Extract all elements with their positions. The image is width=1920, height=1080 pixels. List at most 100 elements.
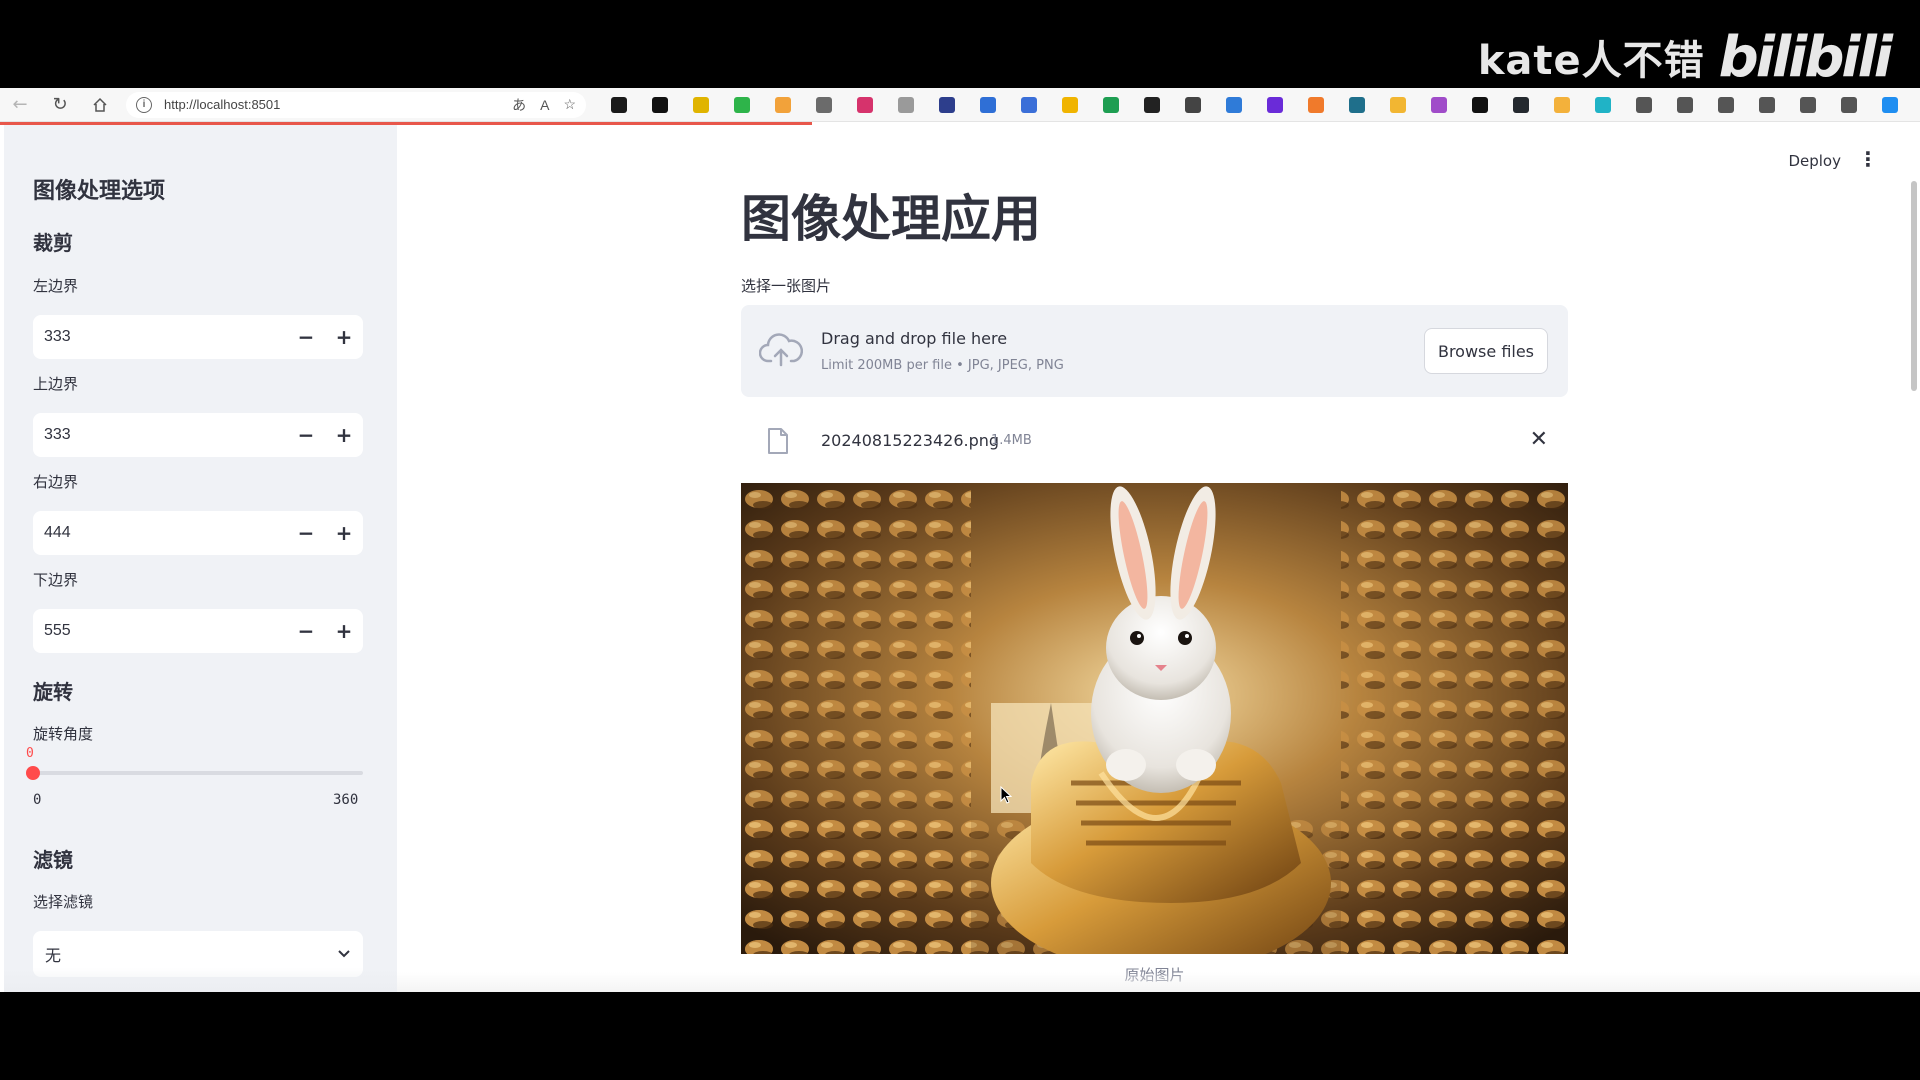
more-icon-glyph [1840,96,1857,113]
shield-ext-icon[interactable] [885,88,926,122]
keyboard-ext-icon-glyph [1184,96,1201,113]
notion-icon[interactable] [639,88,680,122]
right-bound-value[interactable]: 444 [33,524,287,542]
rotate-heading: 旋转 [33,680,73,704]
copilot-icon[interactable] [1869,88,1910,122]
r-ext-icon-glyph [692,96,709,113]
url-text: http://localhost:8501 [164,97,281,112]
left-bound-decrement-button[interactable]: − [287,315,325,359]
pen-ext-icon-glyph [733,96,750,113]
collections-icon[interactable] [1746,88,1787,122]
github-icon[interactable] [1500,88,1541,122]
rotate-slider-track[interactable] [33,771,363,775]
chatgpt-icon[interactable] [1131,88,1172,122]
file-dropzone[interactable]: Drag and drop file here Limit 200MB per … [741,305,1568,397]
more-icon[interactable] [1828,88,1869,122]
scrollbar[interactable] [1911,181,1917,391]
rotate-slider-thumb[interactable] [26,766,40,780]
left-bound-value[interactable]: 333 [33,328,287,346]
doc-ext-icon[interactable] [1090,88,1131,122]
download-icon[interactable] [1787,88,1828,122]
copy-ext-icon[interactable] [803,88,844,122]
bookmark-ext-icon[interactable] [1213,88,1254,122]
browser-window: ← ↻ i http://localhost:8501 あ A ☆ 图像处理选项… [0,88,1920,992]
reload-icon[interactable]: ↻ [40,88,80,122]
favorites-icon[interactable] [1705,88,1746,122]
right-bound-input[interactable]: 444 − + [33,511,363,555]
top-bound-value[interactable]: 333 [33,426,287,444]
favorites-icon-glyph [1717,96,1734,113]
x-icon[interactable] [1459,88,1500,122]
copilot-ext-icon-glyph [610,96,627,113]
split-screen-icon[interactable] [1664,88,1705,122]
uploaded-file-name: 20240815223426.png [821,431,1000,450]
folder-ext-icon[interactable] [1541,88,1582,122]
translate-icon[interactable]: あ [512,95,526,115]
mouse-cursor-icon [1000,786,1012,804]
main-fade [397,972,1920,992]
bottom-bound-input[interactable]: 555 − + [33,609,363,653]
right-bound-increment-button[interactable]: + [325,511,363,555]
uploaded-file-size: 1.4MB [991,433,1032,448]
globe-ext-icon[interactable] [967,88,1008,122]
original-image [741,483,1568,954]
top-bound-decrement-button[interactable]: − [287,413,325,457]
doc-ext-icon-glyph [1102,96,1119,113]
top-bound-increment-button[interactable]: + [325,413,363,457]
bolt-ext-icon[interactable] [1049,88,1090,122]
link-ext-icon-glyph [774,96,791,113]
circle-ext-icon[interactable] [1295,88,1336,122]
r-ext-icon[interactable] [680,88,721,122]
crop-heading: 裁剪 [33,231,73,255]
shield-ext-icon-glyph [897,96,914,113]
main-content: Deploy ⋮ 图像处理应用 选择一张图片 Drag and drop fil… [397,125,1920,992]
grid-ext-icon[interactable] [1336,88,1377,122]
read-aloud-icon[interactable]: A [540,97,549,113]
note-ext-icon[interactable] [1377,88,1418,122]
filter-select-value: 无 [45,946,62,965]
uploaded-file-row: 20240815223426.png 1.4MB ✕ [741,419,1568,467]
right-bound-decrement-button[interactable]: − [287,511,325,555]
left-bound-label: 左边界 [33,277,79,295]
chevron-down-icon [338,950,350,958]
left-bound-increment-button[interactable]: + [325,315,363,359]
feather-ext-icon[interactable] [1254,88,1295,122]
dropzone-instructions: Drag and drop file here [821,329,1008,348]
rotate-slider-max: 360 [333,792,359,808]
translate-ext-icon[interactable] [844,88,885,122]
copilot-ext-icon[interactable] [598,88,639,122]
keyboard-ext-icon[interactable] [1172,88,1213,122]
deploy-button[interactable]: Deploy [1788,152,1841,170]
home-icon[interactable] [80,88,120,122]
back-icon[interactable]: ← [0,88,40,122]
main-menu-icon[interactable]: ⋮ [1858,147,1878,171]
left-bound-input[interactable]: 333 − + [33,315,363,359]
chart-ext-icon-glyph [1020,96,1037,113]
top-bound-input[interactable]: 333 − + [33,413,363,457]
link-ext-icon[interactable] [762,88,803,122]
rotate-angle-label: 旋转角度 [33,725,94,743]
puzzle-icon[interactable] [1623,88,1664,122]
bottom-bound-decrement-button[interactable]: − [287,609,325,653]
chart-ext-icon[interactable] [1008,88,1049,122]
box-ext-icon[interactable] [1582,88,1623,122]
pen-ext-icon[interactable] [721,88,762,122]
image-ext-icon-glyph [1430,96,1447,113]
favorite-star-icon[interactable]: ☆ [563,96,576,113]
dropzone-limit: Limit 200MB per file • JPG, JPEG, PNG [821,358,1064,373]
remove-file-icon[interactable]: ✕ [1530,427,1548,452]
bottom-bound-value[interactable]: 555 [33,622,287,640]
puzzle-icon-glyph [1635,96,1652,113]
browse-files-button[interactable]: Browse files [1424,328,1548,374]
bottom-bound-increment-button[interactable]: + [325,609,363,653]
check-ext-icon[interactable] [926,88,967,122]
address-bar[interactable]: i http://localhost:8501 あ A ☆ [126,91,586,118]
copilot-icon-glyph [1881,96,1898,113]
browser-toolbar: ← ↻ i http://localhost:8501 あ A ☆ [0,88,1920,122]
github-icon-glyph [1512,96,1529,113]
image-ext-icon[interactable] [1418,88,1459,122]
uploader-label: 选择一张图片 [741,277,832,295]
sidebar-title: 图像处理选项 [33,179,166,204]
download-icon-glyph [1799,96,1816,113]
site-info-icon[interactable]: i [136,96,152,113]
